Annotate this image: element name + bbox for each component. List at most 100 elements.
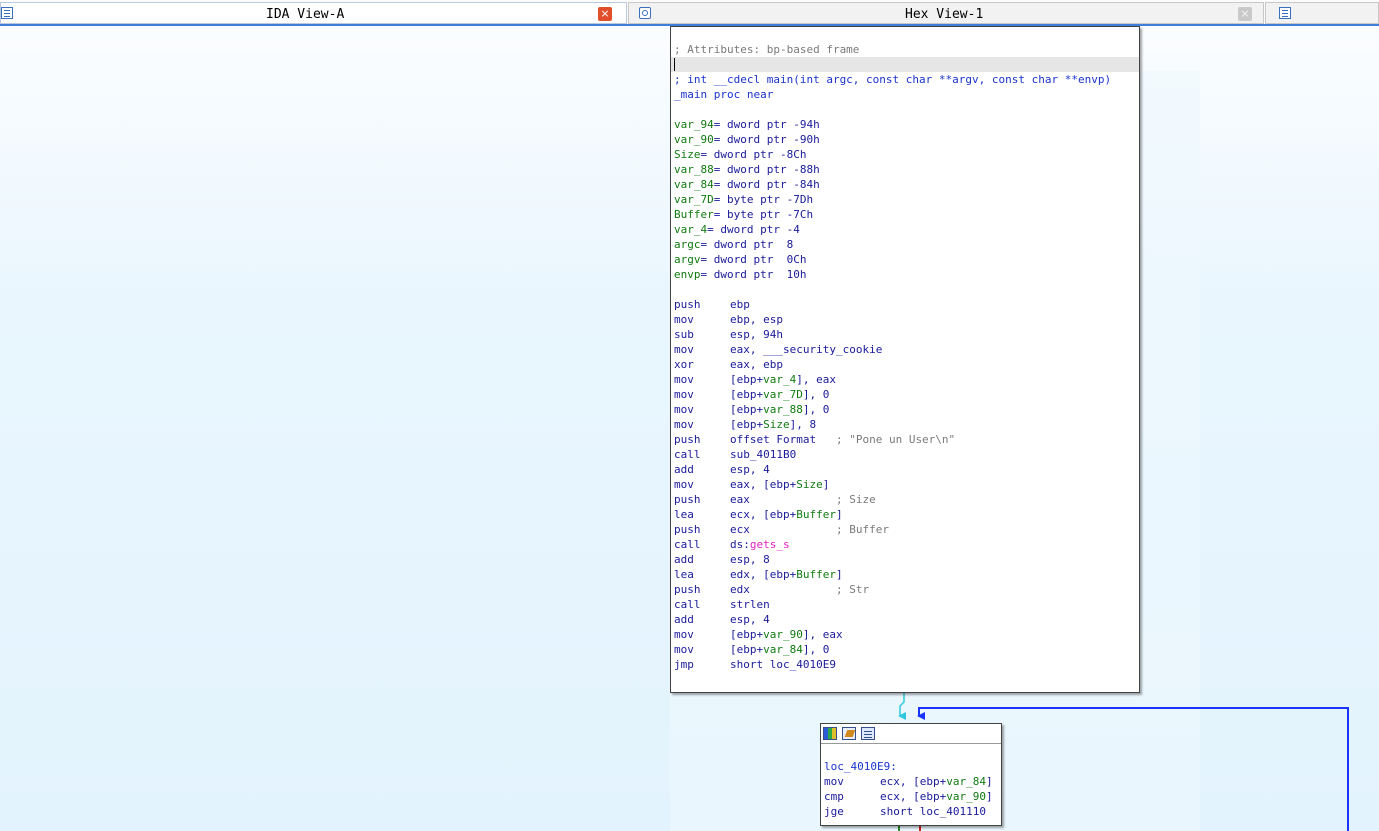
- instruction-line[interactable]: add esp, 4: [671, 612, 1139, 627]
- operands: [ebp+var_84], 0: [730, 643, 830, 656]
- instruction-line[interactable]: mov [ebp+var_4], eax: [671, 372, 1139, 387]
- instruction-line[interactable]: mov ecx, [ebp+var_84]: [821, 774, 1001, 789]
- instruction-line[interactable]: lea ecx, [ebp+Buffer]: [671, 507, 1139, 522]
- operands: [ebp+var_88], 0: [730, 403, 830, 416]
- instruction-line[interactable]: push ecx ; Buffer: [671, 522, 1139, 537]
- import-reference[interactable]: gets_s: [750, 538, 790, 551]
- local-var-name[interactable]: argv: [674, 253, 701, 266]
- operands: ds:gets_s: [730, 538, 790, 551]
- tab-hex-view-1[interactable]: Hex View-1 ×: [628, 2, 1264, 24]
- local-var-name[interactable]: Buffer: [674, 208, 714, 221]
- mnemonic: lea: [674, 568, 694, 581]
- local-var-line: var_84= dword ptr -84h: [671, 177, 1139, 192]
- local-var-decl: = dword ptr 10h: [700, 268, 807, 281]
- variable-reference[interactable]: var_7D: [763, 388, 803, 401]
- mnemonic: mov: [674, 313, 694, 326]
- operands: [ebp+Size], 8: [730, 418, 817, 431]
- mnemonic: call: [674, 598, 701, 611]
- mnemonic: push: [674, 583, 701, 596]
- instruction-line[interactable]: call strlen: [671, 597, 1139, 612]
- operands: ecx, [ebp+Buffer]: [730, 508, 843, 521]
- local-var-name[interactable]: Size: [674, 148, 701, 161]
- local-var-name[interactable]: var_94: [674, 118, 714, 131]
- text-caret: [674, 58, 675, 71]
- close-icon[interactable]: ×: [1238, 7, 1252, 21]
- cursor-line[interactable]: [671, 57, 1139, 72]
- instruction-comment: ; Str: [835, 583, 870, 596]
- local-var-name[interactable]: var_88: [674, 163, 714, 176]
- instruction-line[interactable]: push edx ; Str: [671, 582, 1139, 597]
- local-var-line: var_94= dword ptr -94h: [671, 117, 1139, 132]
- instruction-line[interactable]: call ds:gets_s: [671, 537, 1139, 552]
- instruction-line[interactable]: push offset Format ; "Pone un User\n": [671, 432, 1139, 447]
- tab-ida-view-a[interactable]: IDA View-A ×: [0, 2, 627, 24]
- variable-reference[interactable]: Size: [763, 418, 790, 431]
- close-icon[interactable]: ×: [598, 7, 612, 21]
- instruction-line[interactable]: mov eax, [ebp+Size]: [671, 477, 1139, 492]
- local-var-line: Buffer= byte ptr -7Ch: [671, 207, 1139, 222]
- color-icon[interactable]: [823, 727, 837, 740]
- operands: sub_4011B0: [730, 448, 797, 461]
- variable-reference[interactable]: var_90: [946, 790, 986, 803]
- proc-label[interactable]: _main proc near: [671, 87, 1139, 102]
- instruction-line[interactable]: mov [ebp+var_88], 0: [671, 402, 1139, 417]
- variable-reference[interactable]: Buffer: [796, 568, 836, 581]
- local-var-name[interactable]: argc: [674, 238, 701, 251]
- operands: ebp, esp: [730, 313, 783, 326]
- instruction-line[interactable]: mov [ebp+var_84], 0: [671, 642, 1139, 657]
- instruction-line[interactable]: cmp ecx, [ebp+var_90]: [821, 789, 1001, 804]
- mnemonic: mov: [674, 388, 694, 401]
- instruction-line[interactable]: mov ebp, esp: [671, 312, 1139, 327]
- local-var-name[interactable]: var_4: [674, 223, 707, 236]
- operands: esp, 4: [730, 463, 770, 476]
- instruction-line[interactable]: mov [ebp+Size], 8: [671, 417, 1139, 432]
- operands: edx: [730, 583, 836, 596]
- operands: eax: [730, 493, 836, 506]
- local-var-decl: = dword ptr -90h: [713, 133, 820, 146]
- variable-reference[interactable]: var_88: [763, 403, 803, 416]
- operands: esp, 8: [730, 553, 770, 566]
- instruction-line[interactable]: mov eax, ___security_cookie: [671, 342, 1139, 357]
- local-var-name[interactable]: var_84: [674, 178, 714, 191]
- variable-reference[interactable]: var_84: [763, 643, 803, 656]
- mnemonic: push: [674, 433, 701, 446]
- tab-structures[interactable]: [1265, 2, 1379, 24]
- mnemonic: mov: [674, 628, 694, 641]
- operands: eax, [ebp+Size]: [730, 478, 830, 491]
- graph-node-main[interactable]: ; Attributes: bp-based frame ; int __cde…: [670, 26, 1140, 693]
- variable-reference[interactable]: Size: [796, 478, 823, 491]
- local-var-line: var_4= dword ptr -4: [671, 222, 1139, 237]
- mnemonic: push: [674, 523, 701, 536]
- mnemonic: jge: [824, 805, 844, 818]
- local-var-decl: = byte ptr -7Ch: [713, 208, 814, 221]
- rename-icon[interactable]: [842, 727, 856, 740]
- variable-reference[interactable]: var_90: [763, 628, 803, 641]
- local-var-name[interactable]: var_90: [674, 133, 714, 146]
- local-var-name[interactable]: envp: [674, 268, 701, 281]
- loc-label[interactable]: loc_4010E9:: [821, 759, 1001, 774]
- variable-reference[interactable]: var_4: [763, 373, 796, 386]
- mnemonic: mov: [674, 643, 694, 656]
- mnemonic: cmp: [824, 790, 844, 803]
- instruction-line[interactable]: call sub_4011B0: [671, 447, 1139, 462]
- mnemonic: call: [674, 538, 701, 551]
- instruction-line[interactable]: push eax ; Size: [671, 492, 1139, 507]
- instruction-line[interactable]: jge short loc_401110: [821, 804, 1001, 819]
- instruction-line[interactable]: sub esp, 94h: [671, 327, 1139, 342]
- variable-reference[interactable]: var_84: [946, 775, 986, 788]
- instruction-line[interactable]: add esp, 8: [671, 552, 1139, 567]
- instruction-line[interactable]: jmp short loc_4010E9: [671, 657, 1139, 672]
- instruction-line[interactable]: mov [ebp+var_90], eax: [671, 627, 1139, 642]
- operands: [ebp+var_7D], 0: [730, 388, 830, 401]
- instruction-line[interactable]: add esp, 4: [671, 462, 1139, 477]
- graph-node-loc-4010e9[interactable]: loc_4010E9: mov ecx, [ebp+var_84] cmp ecx, …: [820, 723, 1002, 826]
- variable-reference[interactable]: Buffer: [796, 508, 836, 521]
- local-var-line: Size= dword ptr -8Ch: [671, 147, 1139, 162]
- instruction-line[interactable]: push ebp: [671, 297, 1139, 312]
- local-var-name[interactable]: var_7D: [674, 193, 714, 206]
- instruction-line[interactable]: mov [ebp+var_7D], 0: [671, 387, 1139, 402]
- list-icon[interactable]: [861, 727, 875, 740]
- instruction-line[interactable]: xor eax, ebp: [671, 357, 1139, 372]
- tab-title: Hex View-1: [905, 7, 984, 22]
- instruction-line[interactable]: lea edx, [ebp+Buffer]: [671, 567, 1139, 582]
